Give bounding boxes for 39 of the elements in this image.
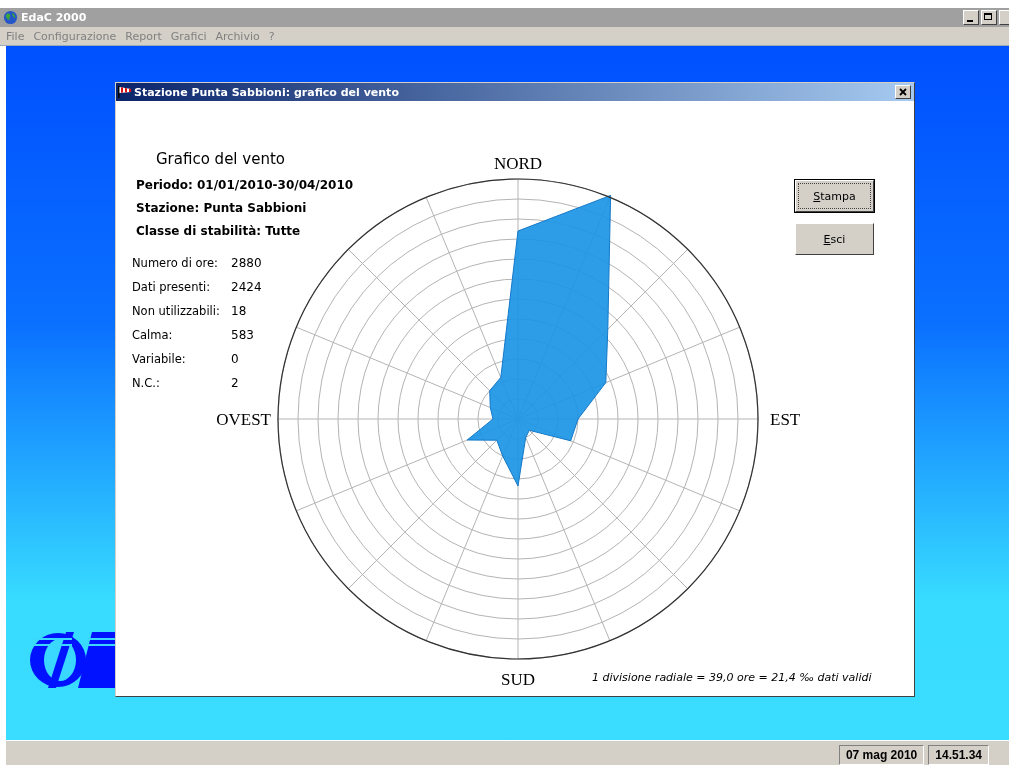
maximize-button[interactable]	[981, 10, 997, 25]
app-title: EdaC 2000	[21, 11, 87, 24]
chart-detail: Periodo: 01/01/2010-30/04/2010	[136, 177, 354, 194]
stat-label: Non utilizzabili:	[132, 303, 221, 319]
west-label: OVEST	[216, 410, 271, 429]
stat-label: Variabile:	[132, 351, 187, 367]
dialog-title: Stazione Punta Sabbioni: grafico del vento	[134, 85, 399, 99]
stat-value: 0	[231, 351, 240, 367]
stat-value: 2	[231, 375, 240, 391]
scale-note: 1 divisione radiale = 39,0 ore = 21,4 ‰ dati validi	[592, 671, 872, 684]
status-panel: 07 mag 2010	[838, 745, 925, 765]
stat-value: 2424	[231, 279, 263, 295]
close-button[interactable]	[895, 85, 911, 99]
exit-button[interactable]: Esci	[795, 223, 874, 255]
stat-label: N.C.:	[132, 375, 161, 391]
close-icon	[899, 88, 907, 96]
stat-value: 2880	[231, 255, 263, 271]
east-label: EST	[770, 410, 801, 429]
stat-label: Calma:	[132, 327, 174, 343]
print-button[interactable]: Stampa	[795, 180, 874, 212]
menu-item[interactable]: Configurazione	[33, 29, 117, 43]
minimize-button[interactable]	[963, 10, 979, 25]
menu-item[interactable]: Archivio	[215, 29, 260, 43]
status-panel: 14.51.34	[928, 745, 989, 765]
chart-detail: Stazione: Punta Sabbioni	[136, 200, 308, 217]
chart-heading: Grafico del vento	[156, 150, 286, 168]
north-label: NORD	[493, 154, 543, 173]
globe-icon	[3, 10, 18, 25]
stat-label: Dati presenti:	[132, 279, 212, 295]
stat-label: Numero di ore:	[132, 255, 219, 271]
menu-item[interactable]: Report	[125, 29, 162, 43]
menu-item[interactable]: Grafici	[170, 29, 207, 43]
stat-value: 18	[231, 303, 248, 319]
windsock-icon	[118, 86, 132, 98]
menu-item[interactable]: File	[6, 29, 25, 43]
south-label: SUD	[501, 670, 535, 689]
menu-item[interactable]: ?	[268, 29, 275, 43]
chart-detail: Classe di stabilità: Tutte	[136, 223, 302, 240]
stat-value: 583	[231, 327, 255, 343]
